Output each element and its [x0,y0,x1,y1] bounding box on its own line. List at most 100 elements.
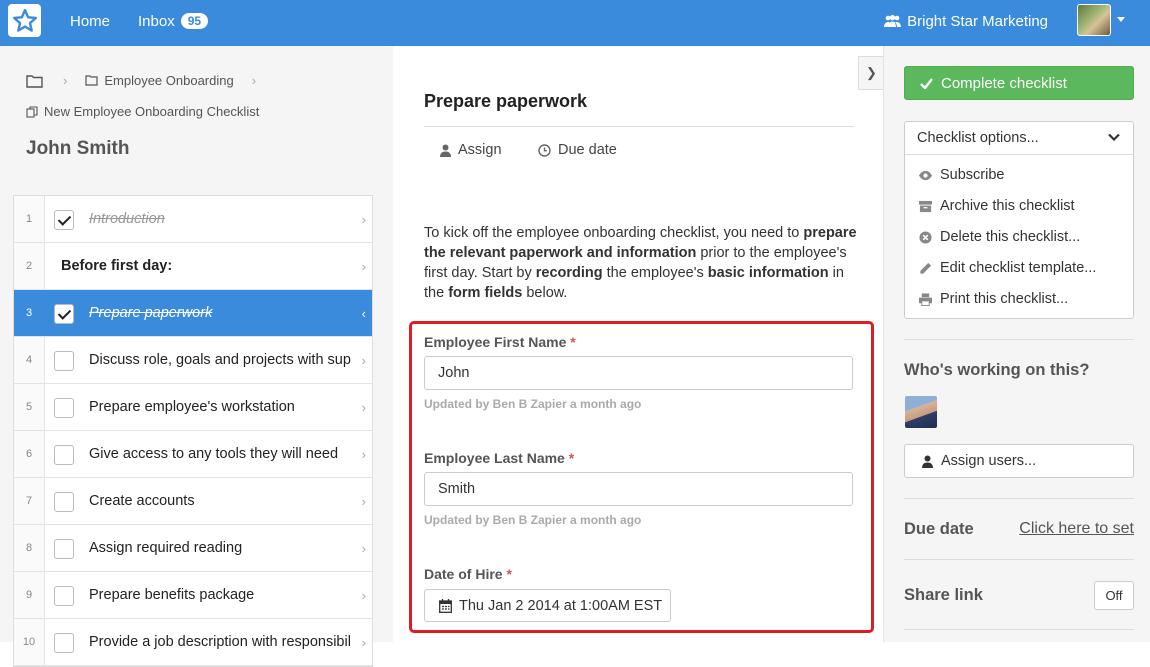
task-row[interactable]: 5 Prepare employee's workstation › [14,384,372,431]
print-option[interactable]: Print this checklist... [919,291,1068,307]
times-circle-icon [919,230,932,244]
task-checkbox[interactable] [54,586,74,606]
edit-template-label: Edit checklist template... [940,260,1097,276]
collapse-sidebar-button[interactable]: ❯ [858,56,884,90]
task-row-introduction[interactable]: 1 Introduction › [14,196,372,243]
task-label: Provide a job description with responsib… [89,634,351,650]
task-title: Prepare paperwork [424,91,588,111]
breadcrumb-folder-link[interactable]: Employee Onboarding [104,73,233,88]
divider [904,559,1134,560]
task-row[interactable]: 9 Prepare benefits package › [14,572,372,619]
divider [424,126,854,127]
user-icon [440,144,451,157]
task-heading-label: Before first day: [61,258,173,274]
delete-option[interactable]: Delete this checklist... [919,229,1080,245]
assign-button[interactable]: Assign [440,142,502,158]
complete-checklist-button[interactable]: Complete checklist [904,66,1134,100]
organization-name: Bright Star Marketing [907,13,1048,30]
star-logo-icon[interactable] [8,4,41,37]
last-name-updated-meta: Updated by Ben B Zapier a month ago [424,513,642,527]
task-label: Prepare employee's workstation [89,399,295,415]
task-row[interactable]: 7 Create accounts › [14,478,372,525]
chevron-right-icon: › [361,258,366,274]
hire-date-label: Date of Hire * [424,566,512,582]
assign-users-label: Assign users... [941,453,1037,469]
home-link[interactable]: Home [70,13,110,30]
task-checkbox[interactable] [54,492,74,512]
first-name-label: Employee First Name * [424,334,576,350]
desc-bold: basic information [707,265,829,281]
breadcrumb-template-link[interactable]: New Employee Onboarding Checklist [44,104,259,119]
due-date-button[interactable]: Due date [538,142,617,158]
subscribe-option[interactable]: Subscribe [919,167,1004,183]
task-checkbox[interactable] [54,351,74,371]
hire-date-value: Thu Jan 2 2014 at 1:00AM EST [459,597,663,614]
inbox-link[interactable]: Inbox 95 [138,13,209,30]
organization-switcher[interactable]: Bright Star Marketing [884,13,1048,30]
task-row-prepare-paperwork[interactable]: 3 Prepare paperwork ‹ [14,290,372,337]
task-checkbox[interactable] [54,633,74,653]
task-number: 2 [14,243,45,289]
required-marker: * [570,334,576,350]
delete-label: Delete this checklist... [940,229,1081,245]
desc-bold: form fields [448,285,523,301]
checklist-options-dropdown[interactable]: Checklist options... [905,122,1133,155]
task-checkbox[interactable] [54,210,74,230]
subscribe-label: Subscribe [940,167,1005,183]
user-avatar[interactable] [1077,4,1111,36]
task-number: 10 [14,619,45,665]
chevron-right-icon: › [361,634,366,650]
task-label: Prepare benefits package [89,587,255,603]
pencil-icon [920,262,932,274]
share-link-toggle[interactable]: Off [1094,581,1134,610]
last-name-input[interactable] [424,472,853,506]
required-marker: * [568,450,575,466]
chevron-right-icon: ❯ [866,65,877,80]
set-due-date-link[interactable]: Click here to set [1019,520,1134,538]
task-row[interactable]: 4 Discuss role, goals and projects with … [14,337,372,384]
checklist-options-label: Checklist options... [917,130,1039,146]
assign-users-button[interactable]: Assign users... [904,444,1134,478]
chevron-left-icon: ‹ [361,305,366,321]
task-checkbox[interactable] [54,398,74,418]
chevron-right-icon: › [251,73,257,88]
chevron-right-icon: › [361,446,366,462]
divider [904,498,1134,499]
task-checkbox[interactable] [54,539,74,559]
task-row[interactable]: 10 Provide a job description with respon… [14,619,372,666]
desc-text: below. [522,285,568,301]
task-checkbox[interactable] [54,445,74,465]
task-row-heading[interactable]: 2 Before first day: › [14,243,372,290]
chevron-right-icon: › [361,352,366,368]
assigned-user-avatar[interactable] [905,396,937,428]
chevron-right-icon: › [63,73,68,88]
hire-date-picker[interactable]: Thu Jan 2 2014 at 1:00AM EST [424,589,671,622]
divider [904,629,1134,630]
folder-root-icon[interactable] [26,74,43,88]
task-number: 8 [14,525,45,571]
task-number: 7 [14,478,45,524]
task-number: 5 [14,384,45,430]
first-name-input[interactable] [424,356,853,390]
chevron-right-icon: › [361,399,366,415]
inbox-count-badge: 95 [180,13,209,29]
task-label: Discuss role, goals and projects with su… [89,352,351,368]
user-menu-caret-icon[interactable] [1117,17,1125,22]
edit-template-option[interactable]: Edit checklist template... [919,260,1096,276]
breadcrumb: › Employee Onboarding › [26,73,256,88]
task-checkbox[interactable] [54,304,74,324]
chevron-down-icon [1108,133,1120,142]
chevron-right-icon: › [361,493,366,509]
copy-icon [26,105,38,118]
eye-icon [919,170,932,180]
archive-option[interactable]: Archive this checklist [919,198,1075,214]
desc-text: To kick off the employee onboarding chec… [424,225,804,241]
archive-label: Archive this checklist [940,198,1075,214]
task-label: Prepare paperwork [89,305,213,321]
field-label-text: Employee First Name [424,334,567,350]
task-row[interactable]: 6 Give access to any tools they will nee… [14,431,372,478]
working-on-this-title: Who's working on this? [904,361,1090,379]
task-row[interactable]: 8 Assign required reading › [14,525,372,572]
desc-bold: recording [535,265,603,281]
clock-icon [538,143,551,157]
